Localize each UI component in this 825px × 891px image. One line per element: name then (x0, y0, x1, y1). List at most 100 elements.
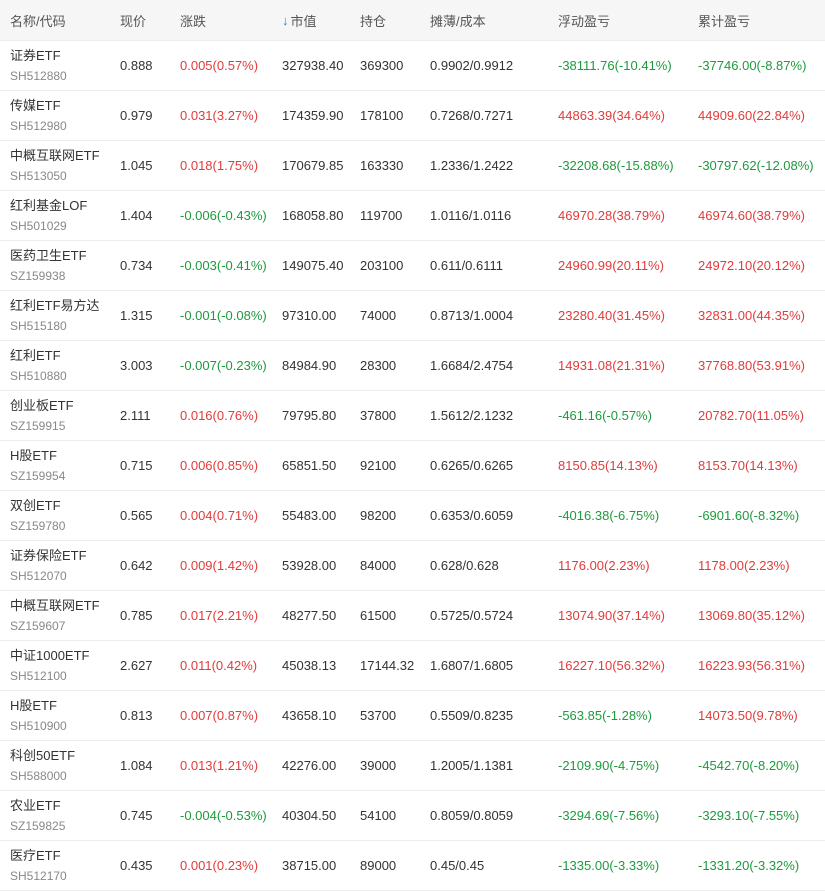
price-cell: 2.111 (120, 408, 151, 423)
table-row[interactable]: 双创ETF SZ159780 0.565 0.004(0.71%) 55483.00 98… (0, 491, 825, 541)
column-header-cost[interactable]: 摊薄/成本 (420, 0, 548, 40)
holding-cell: 84000 (360, 558, 397, 573)
market-value-cell: 40304.50 (282, 808, 337, 823)
name-code-cell: H股ETF SZ159954 (0, 441, 110, 490)
cumulative-pnl-cell: 14073.50(9.78%) (698, 708, 798, 723)
table-row[interactable]: 创业板ETF SZ159915 2.111 0.016(0.76%) 79795.80 3… (0, 391, 825, 441)
cost-cell: 0.5725/0.5724 (430, 608, 514, 623)
fund-name: 红利ETF易方达 (10, 297, 100, 313)
price-cell: 1.404 (120, 208, 153, 223)
cumulative-pnl-cell: -1331.20(-3.32%) (698, 858, 800, 873)
table-row[interactable]: 红利ETF易方达 SH515180 1.315 -0.001(-0.08%) 97310… (0, 291, 825, 341)
price-cell: 3.003 (120, 358, 153, 373)
fund-name: 医药卫生ETF (10, 247, 87, 263)
market-value-cell: 170679.85 (282, 158, 344, 173)
fund-code: SH588000 (10, 768, 67, 783)
table-row[interactable]: H股ETF SZ159954 0.715 0.006(0.85%) 65851.50 92… (0, 441, 825, 491)
floating-pnl-cell: 1176.00(2.23%) (558, 558, 650, 573)
column-header-floating-pnl[interactable]: 浮动盈亏 (548, 0, 688, 40)
fund-name: 中概互联网ETF (10, 597, 100, 613)
change-cell: -0.004(-0.53%) (180, 808, 267, 823)
holding-cell: 98200 (360, 508, 397, 523)
table-row[interactable]: 证券ETF SH512880 0.888 0.005(0.57%) 327938.40 3… (0, 41, 825, 91)
floating-pnl-cell: -38111.76(-10.41%) (558, 58, 672, 73)
fund-name: 科创50ETF (10, 747, 76, 763)
cost-cell: 1.0116/1.0116 (430, 208, 512, 223)
name-code-cell: 传媒ETF SH512980 (0, 91, 110, 140)
table-row[interactable]: 中概互联网ETF SZ159607 0.785 0.017(2.21%) 48277.5… (0, 591, 825, 641)
price-cell: 0.745 (120, 808, 153, 823)
cost-cell: 0.45/0.45 (430, 858, 485, 873)
name-code-cell: 红利ETF SH510880 (0, 341, 110, 390)
name-code-cell: 医药卫生ETF SZ159938 (0, 241, 110, 290)
holding-cell: 53700 (360, 708, 397, 723)
table-row[interactable]: 农业ETF SZ159825 0.745 -0.004(-0.53%) 40304.50… (0, 791, 825, 841)
name-code-cell: 中概互联网ETF SZ159607 (0, 591, 110, 640)
table-row[interactable]: 红利ETF SH510880 3.003 -0.007(-0.23%) 84984.90… (0, 341, 825, 391)
change-cell: 0.013(1.21%) (180, 758, 259, 773)
table-row[interactable]: 科创50ETF SH588000 1.084 0.013(1.21%) 42276.00… (0, 741, 825, 791)
change-cell: 0.006(0.85%) (180, 458, 259, 473)
holding-cell: 369300 (360, 58, 404, 73)
table-row[interactable]: 医药卫生ETF SZ159938 0.734 -0.003(-0.41%) 149075… (0, 241, 825, 291)
table-row[interactable]: 红利基金LOF SH501029 1.404 -0.006(-0.43%) 168058… (0, 191, 825, 241)
cost-cell: 0.6265/0.6265 (430, 458, 514, 473)
column-header-price[interactable]: 现价 (110, 0, 170, 40)
cumulative-pnl-cell: 20782.70(11.05%) (698, 408, 805, 423)
name-code-cell: 创业板ETF SZ159915 (0, 391, 110, 440)
cumulative-pnl-cell: 32831.00(44.35%) (698, 308, 805, 323)
price-cell: 0.715 (120, 458, 153, 473)
cost-cell: 0.9902/0.9912 (430, 58, 514, 73)
holding-cell: 74000 (360, 308, 397, 323)
price-cell: 0.979 (120, 108, 153, 123)
price-cell: 1.084 (120, 758, 153, 773)
holding-cell: 203100 (360, 258, 404, 273)
cumulative-pnl-cell: -6901.60(-8.32%) (698, 508, 800, 523)
floating-pnl-cell: 24960.99(20.11%) (558, 258, 665, 273)
column-header-holding[interactable]: 持仓 (350, 0, 420, 40)
floating-pnl-cell: 46970.28(38.79%) (558, 208, 665, 223)
table-row[interactable]: H股ETF SH510900 0.813 0.007(0.87%) 43658.10 53… (0, 691, 825, 741)
holding-cell: 119700 (360, 208, 403, 223)
fund-name: 创业板ETF (10, 397, 74, 413)
cost-cell: 1.6807/1.6805 (430, 658, 514, 673)
price-cell: 0.888 (120, 58, 153, 73)
price-cell: 1.045 (120, 158, 153, 173)
column-header-name-code[interactable]: 名称/代码 (0, 0, 110, 40)
table-row[interactable]: 中证1000ETF SH512100 2.627 0.011(0.42%) 45038.… (0, 641, 825, 691)
fund-code: SH501029 (10, 218, 67, 233)
floating-pnl-cell: -32208.68(-15.88%) (558, 158, 674, 173)
fund-code: SZ159607 (10, 618, 66, 633)
column-header-cumulative-pnl[interactable]: 累计盈亏 (688, 0, 825, 40)
name-code-cell: H股ETF SH510900 (0, 691, 110, 740)
column-header-market-value[interactable]: ↓ 市值 (272, 0, 350, 40)
change-cell: -0.007(-0.23%) (180, 358, 267, 373)
fund-code: SH510900 (10, 718, 67, 733)
fund-name: 红利ETF (10, 347, 61, 363)
fund-name: H股ETF (10, 697, 57, 713)
cumulative-pnl-cell: 8153.70(14.13%) (698, 458, 798, 473)
name-code-cell: 红利基金LOF SH501029 (0, 191, 110, 240)
fund-name: 农业ETF (10, 797, 61, 813)
change-cell: -0.003(-0.41%) (180, 258, 267, 273)
holding-cell: 163330 (360, 158, 404, 173)
name-code-cell: 中概互联网ETF SH513050 (0, 141, 110, 190)
table-row[interactable]: 证券保险ETF SH512070 0.642 0.009(1.42%) 53928.00… (0, 541, 825, 591)
market-value-cell: 174359.90 (282, 108, 344, 123)
cost-cell: 1.5612/2.1232 (430, 408, 514, 423)
table-row[interactable]: 中概互联网ETF SH513050 1.045 0.018(1.75%) 170679.… (0, 141, 825, 191)
holding-cell: 178100 (360, 108, 404, 123)
table-header: 名称/代码 现价 涨跌 ↓ 市值 持仓 摊薄/成本 浮动盈亏 累计盈亏 (0, 0, 825, 41)
floating-pnl-cell: -461.16(-0.57%) (558, 408, 652, 423)
holding-cell: 17144.32 (360, 658, 415, 673)
fund-code: SZ159825 (10, 818, 66, 833)
market-value-cell: 43658.10 (282, 708, 337, 723)
table-row[interactable]: 传媒ETF SH512980 0.979 0.031(3.27%) 174359.90 1… (0, 91, 825, 141)
fund-name: 传媒ETF (10, 97, 61, 113)
column-header-change[interactable]: 涨跌 (170, 0, 272, 40)
fund-code: SH512070 (10, 568, 67, 583)
market-value-cell: 97310.00 (282, 308, 337, 323)
cost-cell: 0.8059/0.8059 (430, 808, 514, 823)
price-cell: 0.642 (120, 558, 153, 573)
table-row[interactable]: 医疗ETF SH512170 0.435 0.001(0.23%) 38715.00 89… (0, 841, 825, 891)
